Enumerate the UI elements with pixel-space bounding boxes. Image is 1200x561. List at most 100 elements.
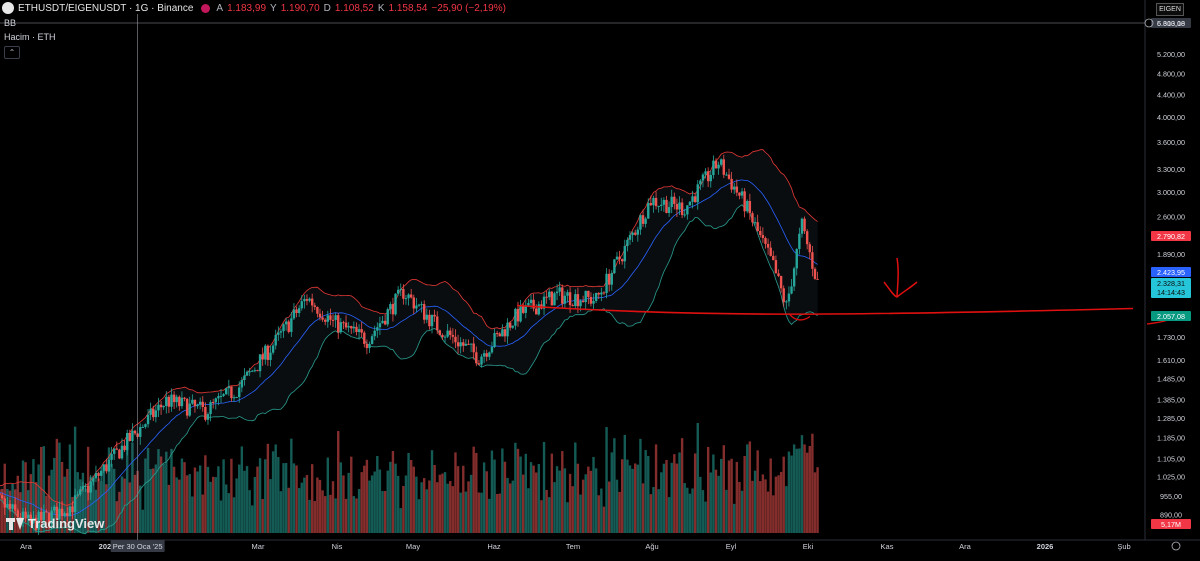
price-chart[interactable]: 6.313,185.600,005.200,004.800,004.400,00… [0,0,1200,561]
time-axis-label: Ara [959,542,972,551]
candle-body [230,386,233,399]
volume-bar [386,470,389,533]
candle-body [529,299,533,304]
candle-body [774,260,778,274]
candle-body [644,218,647,224]
volume-bar [743,455,746,533]
candle-body [660,204,663,207]
candle-body [412,297,415,309]
candle-body [232,397,236,399]
candle-body [537,304,541,315]
volume-bar [396,475,400,533]
candle-body [279,331,283,333]
volume-bar [508,483,512,533]
volume-bar [305,475,309,533]
price-axis-label: 2.423,95 [1157,268,1185,277]
arrow-down-drawing [883,257,918,298]
volume-bar [555,466,559,533]
low-value: 1.108,52 [334,2,374,14]
volume-bar [746,444,749,533]
candle-body [519,305,522,322]
symbol-logo-icon [2,2,14,14]
price-axis-label: 2.057,08 [1157,312,1185,321]
volume-bar [240,446,244,533]
volume-bar [357,489,361,533]
volume-bar [370,475,374,533]
candle-body [753,222,757,224]
volume-bar [589,470,593,533]
candle-body [316,306,319,314]
volume-bar [201,494,204,533]
candle-body [607,273,611,285]
volume-bar [344,498,348,533]
price-axis-label: 955,00 [1160,492,1182,501]
volume-bar [777,475,780,533]
volume-bar [469,474,473,533]
volume-bar [673,454,676,533]
volume-bar [350,456,353,533]
volume-bar [803,444,806,533]
candle-body [60,508,64,516]
volume-bar [308,499,311,533]
volume-bar [495,493,499,533]
bb-indicator-label[interactable]: BB [4,18,16,28]
volume-bar [339,462,343,533]
volume-bar [141,509,145,533]
candle-body [503,329,507,337]
price-axis-label: 1.285,00 [1157,414,1185,423]
candle-body [469,343,473,345]
candle-body [555,291,559,294]
candle-body [701,174,705,181]
candle-body [133,430,137,434]
candle-body [178,396,181,407]
candle-body [805,231,809,245]
volume-bar [264,459,267,533]
volume-bar [610,452,613,533]
candle-body [657,206,660,208]
candle-body [110,453,113,460]
volume-bar [790,455,793,533]
candle-body [227,386,231,389]
volume-indicator-label[interactable]: Hacim · ETH [4,32,56,42]
candle-body [464,343,468,346]
volume-bar [209,481,212,533]
candle-body [222,394,225,396]
volume-bar [373,471,376,533]
volume-bar [378,469,382,533]
candle-body [792,268,796,287]
candle-body [477,363,481,365]
candle-body [592,300,595,304]
volume-bar [506,477,509,533]
volume-bar [475,452,478,533]
volume-bar [761,474,765,533]
volume-bar [548,497,551,533]
candle-body [331,319,335,321]
volume-bar [657,489,660,533]
volume-bar [641,483,645,533]
candle-body [206,414,210,420]
settings-gear-icon [1171,541,1181,551]
candle-body [404,298,408,300]
candle-body [441,335,444,338]
symbol-title[interactable]: ETHUSDT/EIGENUSDT · 1G · Binance [18,3,193,14]
candle-body [508,322,512,328]
volume-bar [540,500,543,533]
candle-body [558,287,561,292]
volume-bar [488,498,491,533]
volume-bar [360,472,363,533]
candle-body [292,309,296,319]
volume-bar [693,453,697,533]
volume-bar [178,479,181,533]
candle-body [425,314,429,320]
candle-body [394,293,397,315]
volume-bar [719,458,723,533]
chevron-up-icon[interactable]: ⌃ [4,46,20,59]
candle-body [183,397,186,399]
candle-body [149,408,152,415]
candle-body [683,214,686,216]
volume-bar [696,423,699,533]
compare-symbol-badge[interactable]: EIGEN [1156,3,1184,16]
candle-body [352,326,356,329]
candle-body [350,326,353,329]
candle-body [326,315,330,322]
